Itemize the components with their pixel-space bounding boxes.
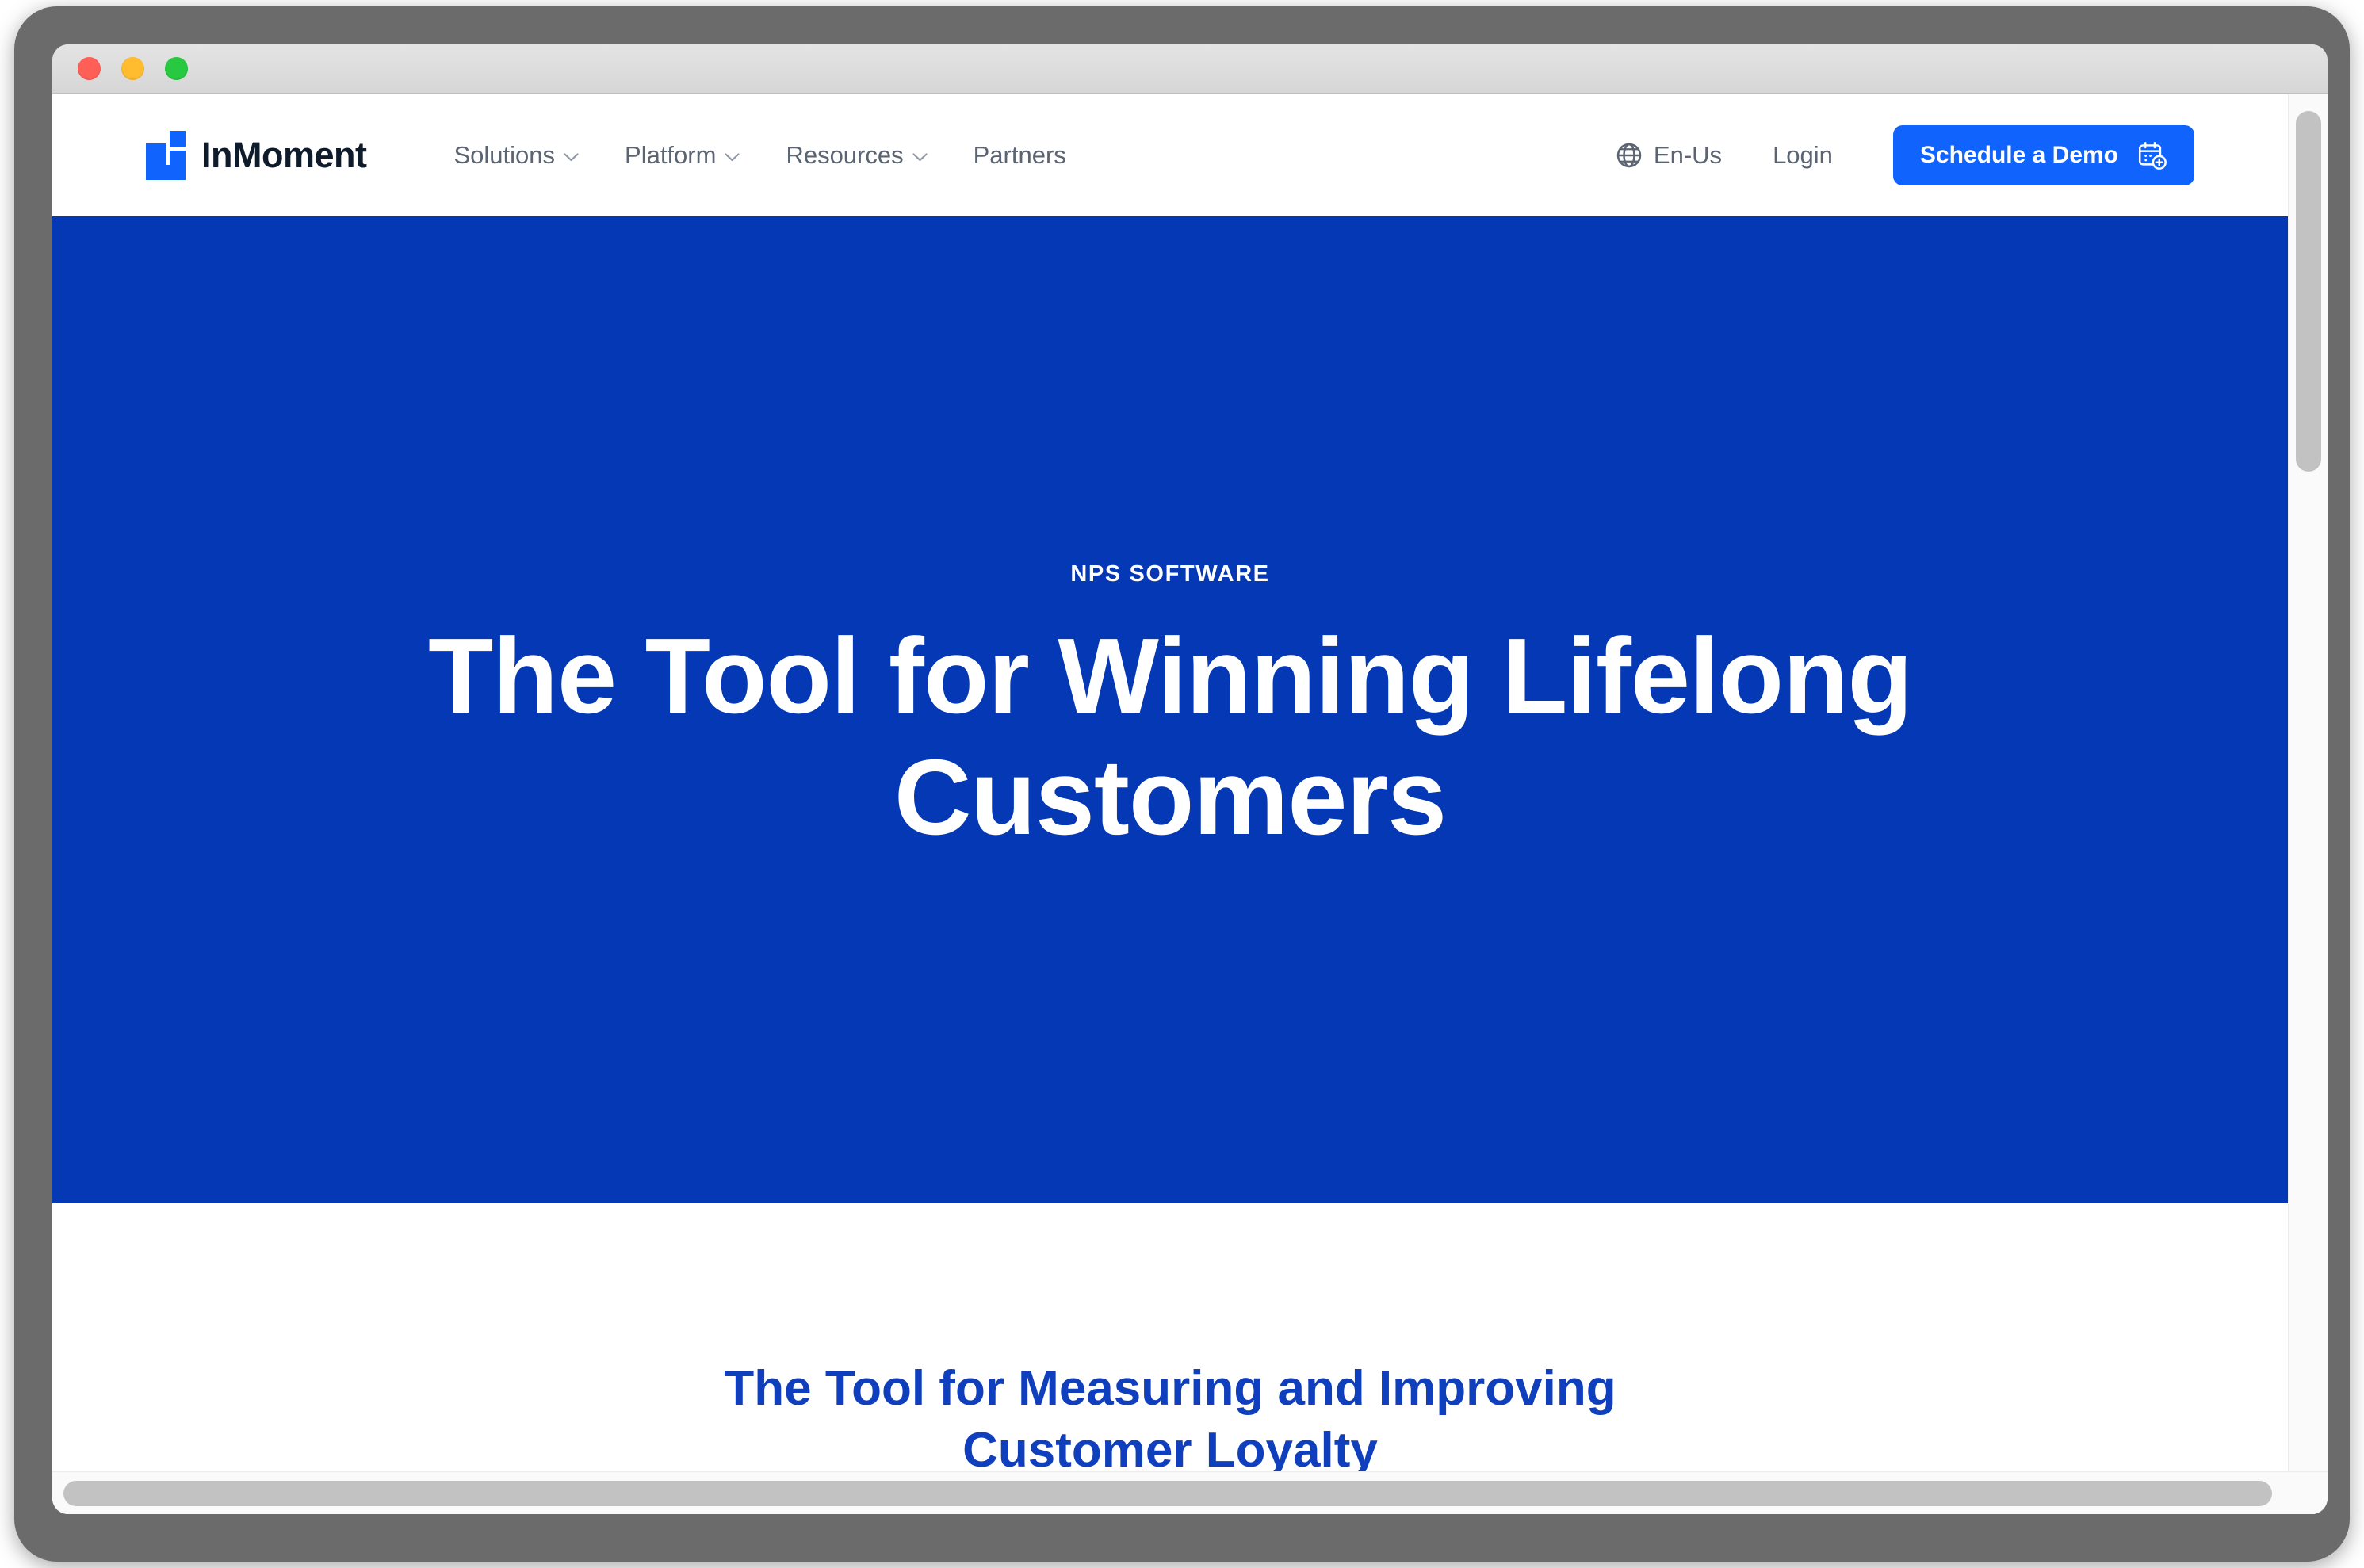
login-link[interactable]: Login xyxy=(1773,141,1833,170)
page-viewport: InMoment Solutions Platform Resources Pa… xyxy=(52,94,2328,1514)
nav-label-platform: Platform xyxy=(625,140,717,169)
hero-title: The Tool for Winning Lifelong Customers xyxy=(428,616,1913,858)
hero-section: NPS SOFTWARE The Tool for Winning Lifelo… xyxy=(52,216,2288,1203)
chevron-down-icon xyxy=(564,153,579,162)
hero-title-line-1: The Tool for Winning Lifelong xyxy=(428,616,1913,736)
traffic-lights xyxy=(78,57,188,80)
schedule-demo-label: Schedule a Demo xyxy=(1919,141,2118,168)
site-logo[interactable]: InMoment xyxy=(146,130,367,180)
inmoment-logo-mark-icon xyxy=(146,130,186,180)
nav-item-solutions[interactable]: Solutions xyxy=(453,141,579,170)
nav-label-solutions: Solutions xyxy=(453,140,556,169)
site-header: InMoment Solutions Platform Resources Pa… xyxy=(52,94,2288,216)
secondary-section: The Tool for Measuring and Improving Cus… xyxy=(52,1203,2288,1489)
minimize-window-button[interactable] xyxy=(121,57,144,80)
horizontal-scrollbar[interactable] xyxy=(52,1471,2328,1514)
nav-item-resources[interactable]: Resources xyxy=(786,140,928,170)
secondary-section-title: The Tool for Measuring and Improving Cus… xyxy=(724,1358,1616,1481)
main-navigation: Solutions Platform Resources Partners xyxy=(453,141,1065,170)
nav-label-resources: Resources xyxy=(786,140,904,169)
chevron-down-icon xyxy=(912,153,928,162)
nav-item-partners[interactable]: Partners xyxy=(974,141,1066,170)
browser-window-frame: InMoment Solutions Platform Resources Pa… xyxy=(14,6,2350,1562)
browser-window-content: InMoment Solutions Platform Resources Pa… xyxy=(52,44,2328,1514)
locale-selector[interactable]: En-Us xyxy=(1615,141,1722,170)
web-page: InMoment Solutions Platform Resources Pa… xyxy=(52,94,2288,1489)
close-window-button[interactable] xyxy=(78,57,101,80)
secondary-title-line-2: Customer Loyalty xyxy=(962,1422,1378,1478)
hero-eyebrow: NPS SOFTWARE xyxy=(1070,561,1270,587)
secondary-title-line-1: The Tool for Measuring and Improving xyxy=(724,1361,1616,1416)
zoom-window-button[interactable] xyxy=(165,57,188,80)
vertical-scrollbar[interactable] xyxy=(2288,94,2328,1489)
globe-icon xyxy=(1615,141,1643,170)
schedule-demo-button[interactable]: Schedule a Demo xyxy=(1892,124,2194,185)
window-title-bar xyxy=(52,44,2328,94)
calendar-plus-icon xyxy=(2137,140,2167,170)
locale-label: En-Us xyxy=(1653,140,1723,169)
logo-wordmark: InMoment xyxy=(201,134,367,175)
nav-label-partners: Partners xyxy=(973,140,1066,169)
chevron-down-icon xyxy=(725,153,740,162)
horizontal-scrollbar-thumb[interactable] xyxy=(63,1481,2272,1506)
nav-item-platform[interactable]: Platform xyxy=(625,141,740,170)
vertical-scrollbar-thumb[interactable] xyxy=(2296,111,2321,472)
header-actions: En-Us Login Schedule a Demo xyxy=(1615,124,2194,185)
hero-title-line-2: Customers xyxy=(893,737,1447,857)
